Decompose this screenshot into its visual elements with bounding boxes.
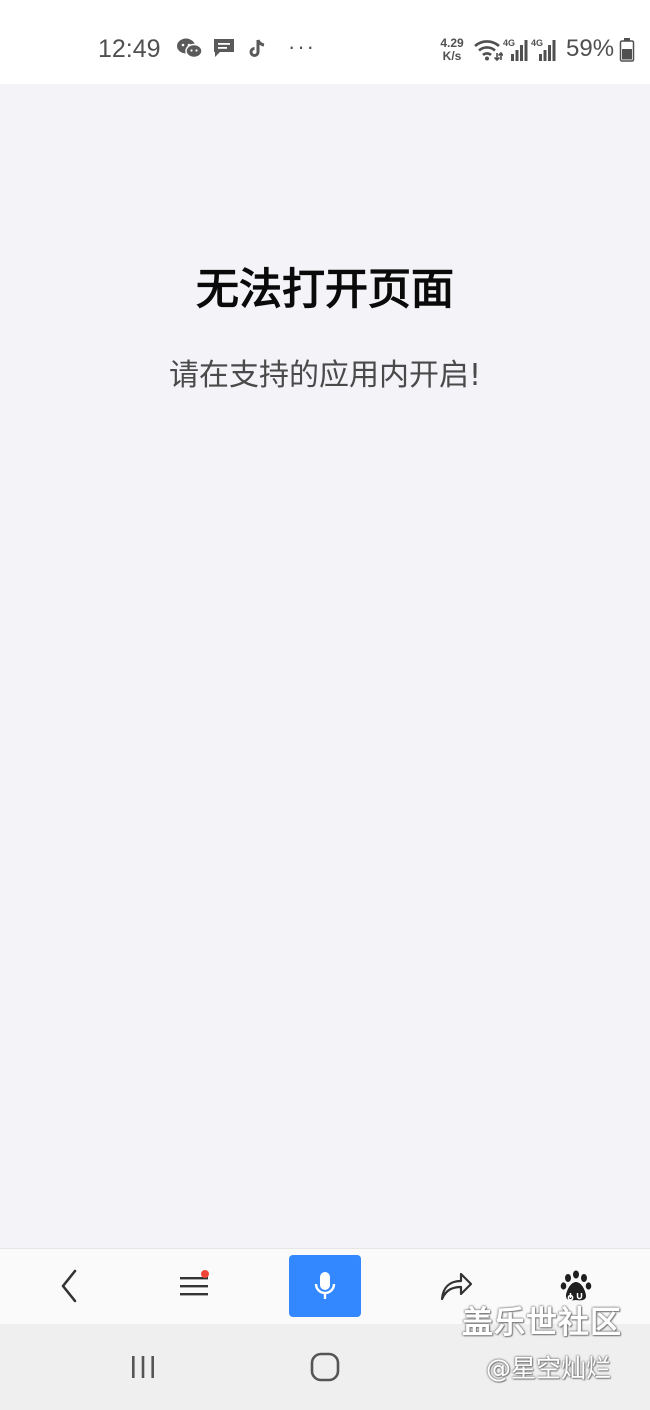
back-icon <box>61 1269 77 1303</box>
back-button[interactable] <box>34 1255 106 1317</box>
microphone-icon <box>314 1272 336 1299</box>
recent-apps-button[interactable] <box>113 1344 173 1390</box>
status-bar: 12:49 ··· 4.29 K/s 4G 4G 59% <box>0 0 650 84</box>
voice-search-button[interactable] <box>289 1255 361 1317</box>
page-content: 无法打开页面 请在支持的应用内开启! <box>0 84 650 1248</box>
status-time: 12:49 <box>98 35 161 63</box>
wifi-icon <box>473 38 504 64</box>
message-icon <box>212 36 236 62</box>
signal-icon-sim2: 4G <box>531 37 557 63</box>
watermark-community: 盖乐世社区 <box>462 1305 622 1341</box>
tiktok-icon <box>248 36 268 62</box>
more-notifications-icon: ··· <box>288 34 316 59</box>
battery-percent: 59% <box>566 35 615 62</box>
recent-apps-icon <box>132 1356 154 1378</box>
signal-label-sim2: 4G <box>531 38 543 48</box>
home-icon <box>310 1352 340 1382</box>
network-speed: 4.29 K/s <box>436 37 468 63</box>
watermark-author: @星空灿烂 <box>486 1354 612 1383</box>
page-subtitle: 请在支持的应用内开启! <box>168 358 482 393</box>
baidu-paw-icon <box>560 1270 592 1301</box>
page-title: 无法打开页面 <box>196 265 454 315</box>
menu-button[interactable] <box>158 1255 230 1317</box>
wechat-icon <box>176 36 203 62</box>
battery-icon <box>619 38 635 64</box>
menu-notification-badge <box>201 1270 209 1278</box>
share-icon <box>440 1272 473 1301</box>
network-speed-unit: K/s <box>442 49 462 63</box>
signal-label-sim1: 4G <box>503 38 515 48</box>
signal-icon-sim1: 4G <box>503 37 529 63</box>
home-button[interactable] <box>295 1344 355 1390</box>
